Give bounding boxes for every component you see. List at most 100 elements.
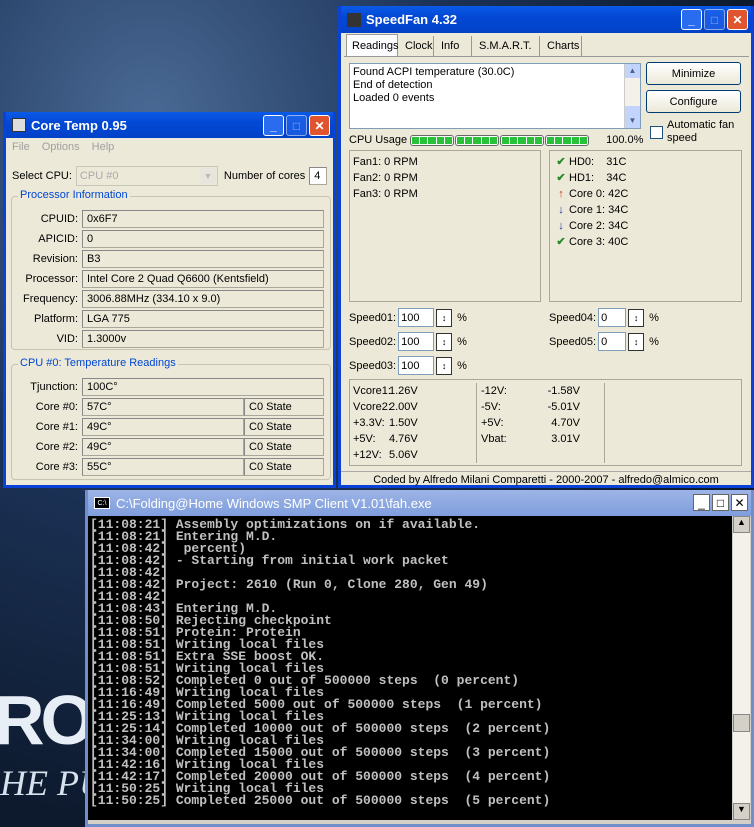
fan-reading: Fan2: 0 RPM [353,172,418,184]
automatic-fan-checkbox[interactable] [650,126,663,139]
log-line: End of detection [353,79,433,91]
scroll-down-icon[interactable]: ▼ [625,114,640,128]
voltage-row: -5V: -5.01V [481,399,580,415]
tab-smart[interactable]: S.M.A.R.T. [474,36,540,56]
menu-options[interactable]: Options [42,141,80,153]
core-label: Core #3: [35,461,78,473]
scroll-up-icon[interactable]: ▲ [625,64,640,78]
speed-spinner-icon[interactable]: ↕ [628,332,645,351]
speedfan-titlebar[interactable]: SpeedFan 4.32 _ □ ✕ [341,6,751,33]
usage-segment [563,136,571,144]
info-label: Platform: [33,313,78,325]
cores-label: Number of cores [223,170,306,182]
usage-segment [510,136,518,144]
tab-charts[interactable]: Charts [542,36,582,56]
core-label: Core #1: [35,421,78,433]
console-title: C:\Folding@Home Windows SMP Client V1.01… [116,495,432,511]
tab-readings[interactable]: Readings [346,34,398,57]
voltage-row: +5V: 4.76V [353,431,434,447]
coretemp-app-icon [12,118,26,132]
console-titlebar[interactable]: C:\ C:\Folding@Home Windows SMP Client V… [88,490,751,516]
processor-info-row: Revision: B3 [16,249,324,269]
maximize-button: □ [704,9,725,30]
info-label: APICID: [38,233,78,245]
speed-input[interactable]: 0 [598,332,627,351]
close-button[interactable]: ✕ [309,115,330,136]
console-app-icon: C:\ [94,497,110,509]
scroll-thumb[interactable] [733,714,750,732]
usage-segment [579,136,588,144]
console-line: [11:08:42] Project: 2610 (Run 0, Clone 2… [90,577,488,592]
voltage-row: Vbat: 3.01V [481,431,580,447]
usage-segment [444,136,453,144]
temperature-reading: ↓ Core 1: 34C [553,202,738,218]
speed-input[interactable]: 100 [398,308,435,327]
temperature-reading: ✔ HD0: 31C [553,154,738,170]
tab-clock[interactable]: Clock [400,36,434,56]
speed-label: Speed01: [349,311,397,324]
minimize-button[interactable]: _ [693,494,710,511]
temperature-text: HD0: 31C [569,156,627,168]
speed-spinner-icon[interactable]: ↕ [628,308,645,327]
speed-input[interactable]: 100 [398,356,435,375]
configure-button[interactable]: Configure [646,90,741,113]
speed-spinner-icon[interactable]: ↕ [436,308,453,327]
coretemp-title: Core Temp 0.95 [31,117,127,133]
log-scrollbar[interactable]: ▲ ▼ [624,64,640,128]
voltage-label: +3.3V: [353,417,385,429]
speed-spinner-icon[interactable]: ↕ [436,332,453,351]
processor-info-row: Processor: Intel Core 2 Quad Q6600 (Kents… [16,269,324,289]
voltage-row: Vcore1: 1.26V [353,383,434,399]
speed-label: Speed05: [549,335,597,348]
scroll-down-icon[interactable]: ▼ [733,803,750,820]
core-temp-value: 57C° [82,398,244,416]
arrow-down-icon: ↓ [558,204,564,216]
scroll-up-icon[interactable]: ▲ [733,516,750,533]
core-state-value: C0 State [244,438,324,456]
status-footer: Coded by Alfredo Milani Comparetti - 200… [341,471,751,486]
event-log[interactable]: Found ACPI temperature (30.0C) End of det… [349,63,641,129]
menu-file[interactable]: File [12,141,30,153]
temperature-text: Core 2: 34C [569,220,629,232]
close-button[interactable]: ✕ [731,494,748,511]
chevron-down-icon: ▼ [199,168,216,184]
temperature-text: HD1: 34C [569,172,627,184]
tab-info[interactable]: Info [436,36,472,56]
info-value: B3 [82,250,324,268]
voltage-row: +5V: 4.70V [481,415,580,431]
fan-reading: Fan1: 0 RPM [353,156,418,168]
minimize-app-button[interactable]: Minimize [646,62,741,85]
select-cpu-dropdown[interactable]: CPU #0 ▼ [75,166,218,186]
console-scrollbar[interactable]: ▲ ▼ [732,516,750,820]
speed-control: Speed01: 100 ↕% [349,308,467,327]
percent-label: % [649,311,659,324]
speed-input[interactable]: 0 [598,308,627,327]
maximize-button[interactable]: □ [712,494,729,511]
core-temp-row: Core #1: 49C° C0 State [16,417,324,437]
minimize-button[interactable]: _ [681,9,702,30]
check-icon: ✔ [556,172,566,184]
info-label: CPUID: [40,213,78,225]
usage-segment [457,136,465,144]
speed-label: Speed02: [349,335,397,348]
info-label: Processor: [25,273,78,285]
menu-bar: File Options Help [6,138,333,156]
temperature-text: Core 0: 42C [569,188,629,200]
speed-control: Speed03: 100 ↕% [349,356,467,375]
voltage-label: +5V: [353,433,376,445]
tjunction-value: 100C° [82,378,324,396]
voltage-label: -5V: [481,401,501,413]
usage-segment [481,136,489,144]
minimize-button[interactable]: _ [263,115,284,136]
speed-spinner-icon[interactable]: ↕ [436,356,453,375]
info-label: Revision: [32,253,78,265]
percent-label: % [457,335,467,348]
voltage-value: -1.58V [547,385,580,397]
info-value: 3006.88MHz (334.10 x 9.0) [82,290,324,308]
core-temp-row: Core #3: 55C° C0 State [16,457,324,477]
menu-help[interactable]: Help [92,141,115,153]
arrow-up-icon: ↑ [558,188,564,200]
speed-input[interactable]: 100 [398,332,435,351]
close-button[interactable]: ✕ [727,9,748,30]
coretemp-titlebar[interactable]: Core Temp 0.95 _ □ ✕ [6,112,333,138]
